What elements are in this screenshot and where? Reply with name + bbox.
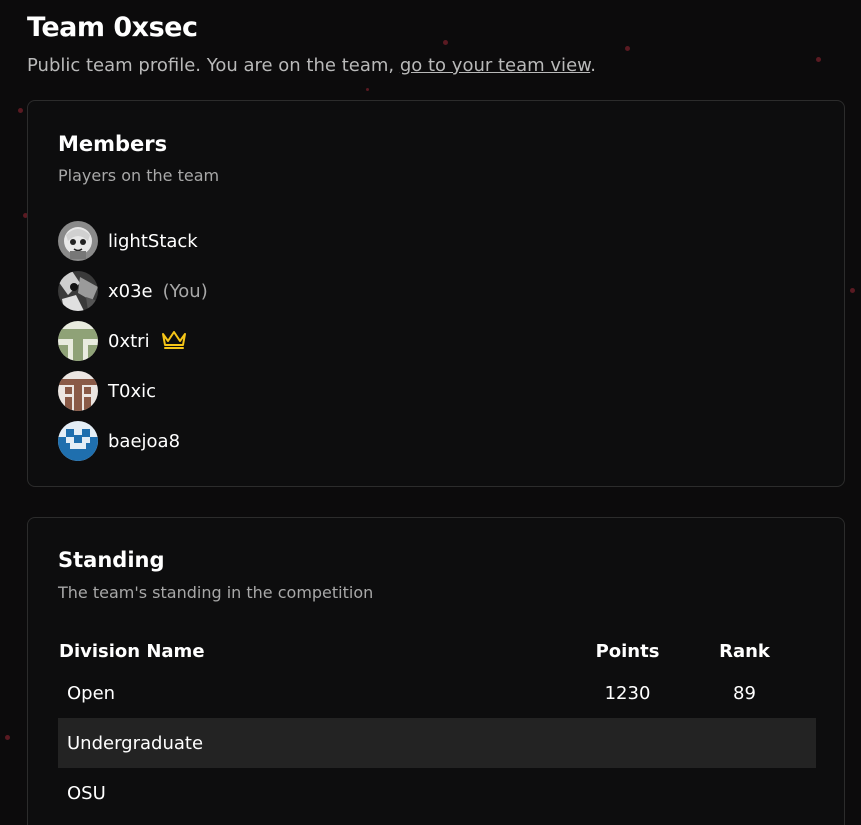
subtitle-end: . [590, 55, 596, 76]
page-title: Team 0xsec [27, 12, 198, 43]
avatar [58, 371, 98, 411]
avatar [58, 321, 98, 361]
table-header: Division Name Points Rank [58, 634, 816, 668]
member-item[interactable]: lightStack [58, 216, 208, 266]
avatar [58, 271, 98, 311]
member-name: 0xtri [108, 330, 150, 352]
team-profile-page: Team 0xsec Public team profile. You are … [0, 0, 861, 825]
background-dot [850, 288, 855, 293]
background-dot [5, 735, 10, 740]
member-name: x03e [108, 280, 153, 302]
avatar [58, 221, 98, 261]
members-description: Players on the team [58, 166, 220, 185]
avatar [58, 421, 98, 461]
member-item[interactable]: baejoa8 [58, 416, 208, 466]
background-dot [443, 40, 448, 45]
table-row: Undergraduate [58, 718, 816, 768]
subtitle-text: Public team profile. You are on the team… [27, 55, 400, 76]
background-dot [816, 57, 821, 62]
crown-icon [160, 328, 188, 354]
standing-table: Division Name Points Rank Open 1230 89 U… [58, 634, 816, 818]
team-view-link[interactable]: go to your team view [400, 55, 590, 76]
page-subtitle: Public team profile. You are on the team… [27, 55, 596, 76]
division-name: Undergraduate [67, 732, 204, 754]
table-row: Open 1230 89 [58, 668, 816, 718]
members-list: lightStack x03e (You) 0xtri T0xic baejoa… [58, 216, 208, 466]
member-name: T0xic [108, 380, 156, 402]
you-label: (You) [162, 280, 208, 302]
standing-card: Standing The team's standing in the comp… [27, 517, 845, 825]
member-item[interactable]: x03e (You) [58, 266, 208, 316]
members-title: Members [58, 132, 168, 156]
division-name: Open [67, 682, 116, 704]
members-card: Members Players on the team lightStack x… [27, 100, 845, 487]
standing-description: The team's standing in the competition [58, 583, 374, 602]
background-dot [366, 88, 369, 91]
background-dot [625, 46, 630, 51]
rank-value: 89 [733, 682, 756, 704]
member-name: baejoa8 [108, 430, 181, 452]
points-value: 1230 [604, 682, 651, 704]
member-item[interactable]: T0xic [58, 366, 208, 416]
member-name: lightStack [108, 230, 198, 252]
column-header-rank: Rank [719, 640, 770, 662]
member-item[interactable]: 0xtri [58, 316, 208, 366]
column-header-points: Points [595, 640, 660, 662]
standing-title: Standing [58, 548, 165, 572]
table-row: OSU [58, 768, 816, 818]
background-dot [18, 108, 23, 113]
column-header-division: Division Name [59, 640, 205, 662]
division-name: OSU [67, 782, 106, 804]
